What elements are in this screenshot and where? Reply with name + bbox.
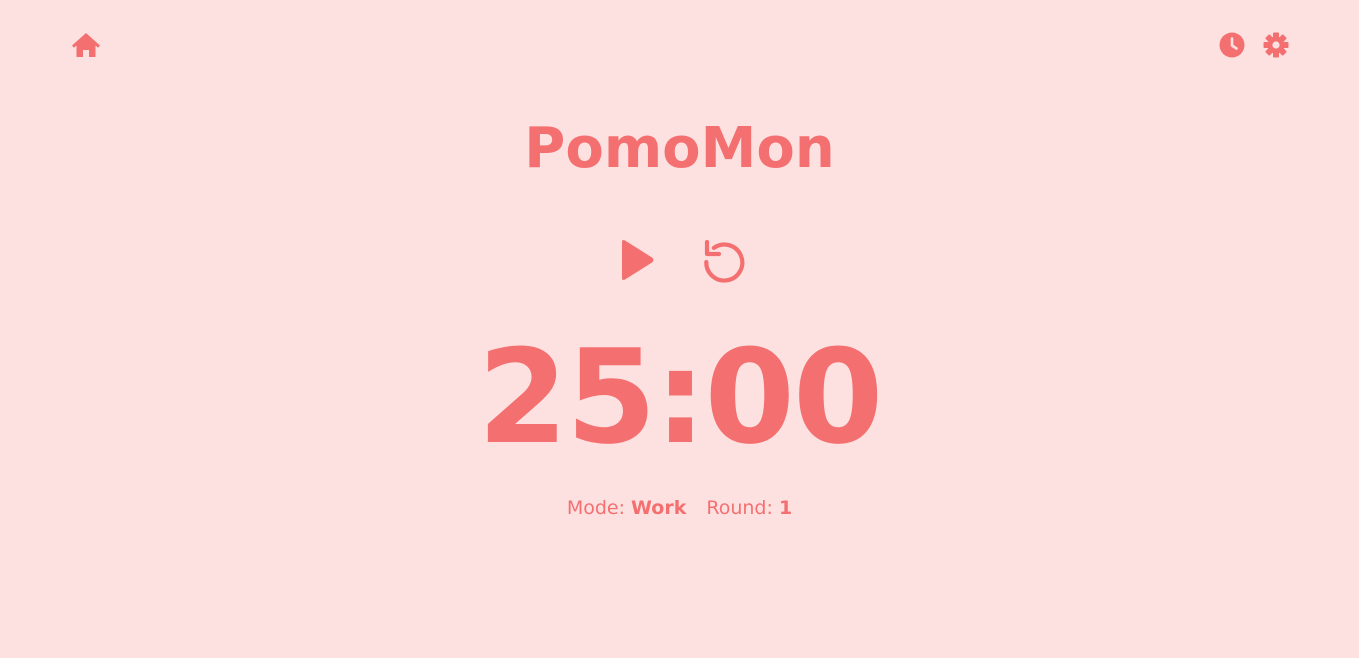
home-icon [71,31,101,59]
round-label: Round: [706,497,773,519]
round-status: Round: 1 [706,494,792,522]
play-button[interactable] [610,236,662,288]
home-button[interactable] [70,29,102,61]
mode-label: Mode: [566,497,625,519]
app-title: PomoMon [524,116,835,181]
gear-icon [1263,32,1289,58]
reset-icon [700,236,748,288]
settings-button[interactable] [1260,29,1292,61]
reset-button[interactable] [698,236,750,288]
play-icon [616,238,656,286]
history-button[interactable] [1216,29,1248,61]
mode-status: Mode: Work [567,494,687,522]
clock-icon [1219,32,1245,58]
timer-display: 25:00 [477,321,884,473]
mode-value: Work [631,497,687,519]
timer-controls [0,236,1359,288]
status-bar: Mode: Work Round: 1 [0,494,1359,522]
round-value: 1 [778,497,793,519]
